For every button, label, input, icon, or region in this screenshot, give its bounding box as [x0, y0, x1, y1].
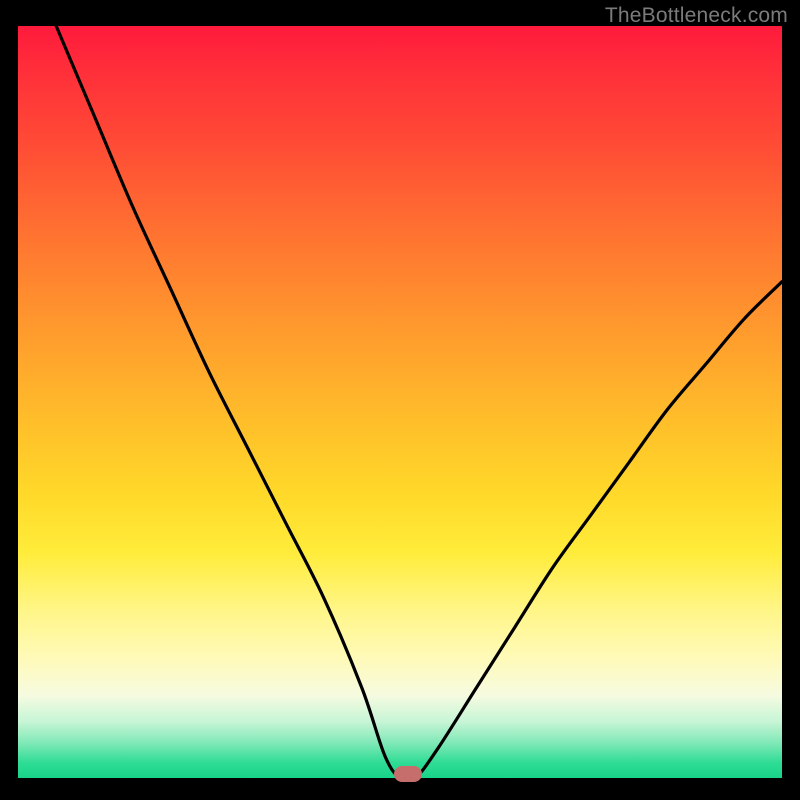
chart-frame: TheBottleneck.com	[0, 0, 800, 800]
plot-area	[18, 26, 782, 778]
optimal-point-marker	[394, 766, 422, 782]
severity-gradient	[18, 26, 782, 778]
watermark-text: TheBottleneck.com	[605, 4, 788, 28]
